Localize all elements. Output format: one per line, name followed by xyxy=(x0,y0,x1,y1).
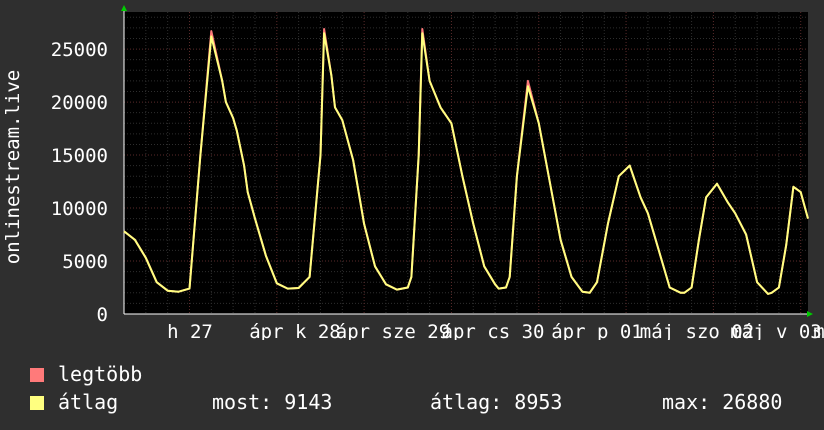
y-tick-label: 5000 xyxy=(62,251,108,273)
chart: 0 5000 10000 15000 20000 25000 onlinestream.li… xyxy=(2,5,824,340)
stat-max: max: 26880 xyxy=(662,390,783,414)
x-tick-label: ápr cs 30 xyxy=(442,321,545,340)
plot-area xyxy=(124,12,808,314)
x-tick-label: ápr p 01 xyxy=(551,321,643,340)
y-tick-label: 0 xyxy=(97,304,108,326)
y-tick-label: 20000 xyxy=(51,92,108,114)
y-tick-label: 10000 xyxy=(51,198,108,220)
x-tick-label: máj v 03 xyxy=(730,321,822,340)
legend-max-label: legtöbb xyxy=(58,362,143,386)
y-axis-label: onlinestream.live xyxy=(2,70,24,264)
legend-max-swatch xyxy=(30,368,44,382)
legend-avg-label: átlag xyxy=(58,390,119,414)
legend-avg: átlag xyxy=(30,390,118,414)
x-tick-label: ápr sze 29 xyxy=(336,321,450,340)
x-tick-label: h 27 xyxy=(167,321,213,340)
stat-now: most: 9143 xyxy=(212,390,333,414)
y-axis-arrow xyxy=(121,5,127,11)
stat-avg: átlag: 8953 xyxy=(430,390,563,414)
x-tick-label: ápr k 28 xyxy=(249,321,341,340)
x-axis-arrow xyxy=(807,311,813,317)
legend-max: legtöbb xyxy=(30,362,142,386)
y-tick-label: 25000 xyxy=(51,39,108,61)
x-tick-label: m xyxy=(813,321,824,340)
legend-avg-swatch xyxy=(30,396,44,410)
y-tick-label: 15000 xyxy=(51,145,108,167)
